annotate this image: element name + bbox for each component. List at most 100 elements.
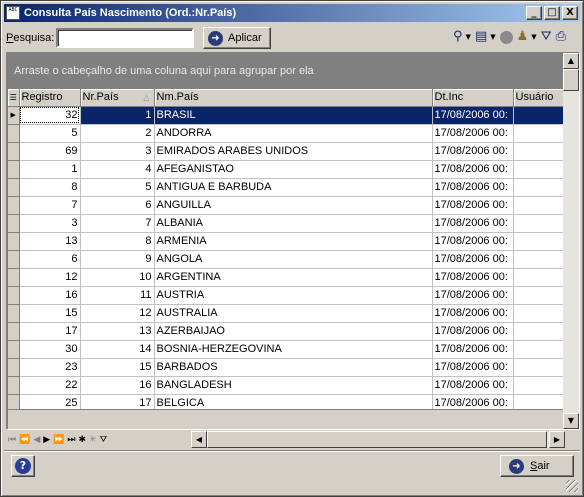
cell-nr-pais[interactable]: 7 [80,214,155,233]
resize-grip[interactable] [566,480,578,492]
cell-usuario[interactable] [513,376,564,395]
row-indicator[interactable] [8,178,20,197]
cell-usuario[interactable] [513,178,564,197]
cell-dt-inc[interactable]: 17/08/2006 00: [432,322,514,341]
cell-nm-pais[interactable]: EMIRADOS ARABES UNIDOS [154,142,433,161]
cell-nm-pais[interactable]: AUSTRALIA [154,304,433,323]
cell-usuario[interactable] [513,358,564,377]
cell-nr-pais[interactable]: 16 [80,376,155,395]
cell-usuario[interactable] [513,268,564,287]
group-by-panel[interactable]: Arraste o cabeçalho de uma coluna aqui p… [8,54,564,90]
column-chooser-icon[interactable]: ☰ [8,89,20,107]
print-icon[interactable]: ⎙ [556,29,566,45]
cell-nr-pais[interactable]: 5 [80,178,155,197]
row-indicator[interactable] [8,376,20,395]
cell-nr-pais[interactable]: 15 [80,358,155,377]
table-row[interactable]: 30 14 BOSNIA-HERZEGOVINA 17/08/2006 00: [8,340,564,359]
filter-icon[interactable]: ⛛ [100,434,108,446]
column-header-nm-pais[interactable]: Nm.País [154,89,433,107]
cell-usuario[interactable] [513,286,564,305]
delete-icon[interactable]: ✳ [89,434,97,446]
cell-registro[interactable]: 22 [19,376,81,395]
table-row[interactable]: 13 8 ARMENIA 17/08/2006 00: [8,232,564,251]
scroll-up-icon[interactable]: ▲ [563,53,579,69]
columns-dropdown-icon[interactable]: ▼ [490,29,495,45]
cell-registro[interactable]: 6 [19,250,81,269]
row-indicator[interactable] [8,358,20,377]
cell-registro[interactable]: 15 [19,304,81,323]
row-indicator[interactable] [8,160,20,179]
cell-nr-pais[interactable]: 2 [80,124,155,143]
next-page-icon[interactable]: ⏩ [53,434,64,446]
cell-nr-pais[interactable]: 9 [80,250,155,269]
cell-registro[interactable]: 7 [19,196,81,215]
cell-nm-pais[interactable]: ALBANIA [154,214,433,233]
cell-registro[interactable]: 25 [19,394,81,409]
insert-icon[interactable]: ✱ [79,434,87,446]
cell-usuario[interactable] [513,214,564,233]
scroll-left-icon[interactable]: ◀ [191,431,207,448]
cell-usuario[interactable] [513,304,564,323]
prev-icon[interactable]: ◀ [33,434,40,446]
row-indicator[interactable] [8,394,20,409]
cell-registro[interactable]: 30 [19,340,81,359]
cell-nr-pais[interactable]: 10 [80,268,155,287]
disk-icon[interactable] [499,30,513,44]
cell-nr-pais[interactable]: 3 [80,142,155,161]
cell-dt-inc[interactable]: 17/08/2006 00: [432,304,514,323]
cell-nm-pais[interactable]: AUSTRIA [154,286,433,305]
search-input[interactable] [56,28,194,48]
table-row[interactable]: 23 15 BARBADOS 17/08/2006 00: [8,358,564,377]
columns-icon[interactable]: ▤ [475,29,487,45]
cell-usuario[interactable] [513,340,564,359]
cell-registro[interactable]: 23 [19,358,81,377]
cell-dt-inc[interactable]: 17/08/2006 00: [432,376,514,395]
cell-nm-pais[interactable]: BELGICA [154,394,433,409]
scroll-right-icon[interactable]: ▶ [549,431,565,448]
horizontal-scroll-thumb[interactable] [207,431,547,448]
cell-nm-pais[interactable]: BARBADOS [154,358,433,377]
maximize-button[interactable]: □ [544,6,560,20]
filter-icon[interactable]: ⛛ [541,29,552,45]
cell-dt-inc[interactable]: 17/08/2006 00: [432,250,514,269]
cell-registro[interactable]: 69 [19,142,81,161]
cell-nr-pais[interactable]: 17 [80,394,155,409]
cell-usuario[interactable] [513,124,564,143]
cell-nr-pais[interactable]: 13 [80,322,155,341]
tree-dropdown-icon[interactable]: ▼ [466,29,471,45]
cell-dt-inc[interactable]: 17/08/2006 00: [432,106,514,125]
cell-nr-pais[interactable]: 6 [80,196,155,215]
row-indicator[interactable] [8,250,20,269]
cell-registro[interactable]: 3 [19,214,81,233]
cell-registro[interactable]: 8 [19,178,81,197]
cell-registro[interactable]: 32 [19,106,81,125]
person-dropdown-icon[interactable]: ▼ [531,29,536,45]
column-header-dt-inc[interactable]: Dt.Inc [432,89,514,107]
cell-usuario[interactable] [513,196,564,215]
table-row[interactable]: 22 16 BANGLADESH 17/08/2006 00: [8,376,564,395]
first-icon[interactable]: ⏮ [8,434,16,446]
cell-nr-pais[interactable]: 11 [80,286,155,305]
cell-nm-pais[interactable]: BOSNIA-HERZEGOVINA [154,340,433,359]
cell-dt-inc[interactable]: 17/08/2006 00: [432,196,514,215]
cell-registro[interactable]: 17 [19,322,81,341]
cell-nm-pais[interactable]: AZERBAIJAO [154,322,433,341]
prev-page-icon[interactable]: ⏪ [19,434,30,446]
cell-dt-inc[interactable]: 17/08/2006 00: [432,340,514,359]
cell-nm-pais[interactable]: BRASIL [154,106,433,125]
cell-nm-pais[interactable]: ANTIGUA E BARBUDA [154,178,433,197]
cell-nm-pais[interactable]: ANGUILLA [154,196,433,215]
table-row[interactable]: 69 3 EMIRADOS ARABES UNIDOS 17/08/2006 00: [8,142,564,161]
table-row[interactable]: 15 12 AUSTRALIA 17/08/2006 00: [8,304,564,323]
minimize-button[interactable]: _ [526,6,542,20]
cell-registro[interactable]: 13 [19,232,81,251]
table-row[interactable]: 17 13 AZERBAIJAO 17/08/2006 00: [8,322,564,341]
row-indicator[interactable] [8,286,20,305]
column-header-usuario[interactable]: Usuário [513,89,564,107]
cell-registro[interactable]: 12 [19,268,81,287]
cell-nr-pais[interactable]: 8 [80,232,155,251]
scroll-down-icon[interactable]: ▼ [563,413,579,429]
column-header-nr-pais[interactable]: Nr.País △ [80,89,155,107]
cell-usuario[interactable] [513,142,564,161]
table-row[interactable]: 3 7 ALBANIA 17/08/2006 00: [8,214,564,233]
